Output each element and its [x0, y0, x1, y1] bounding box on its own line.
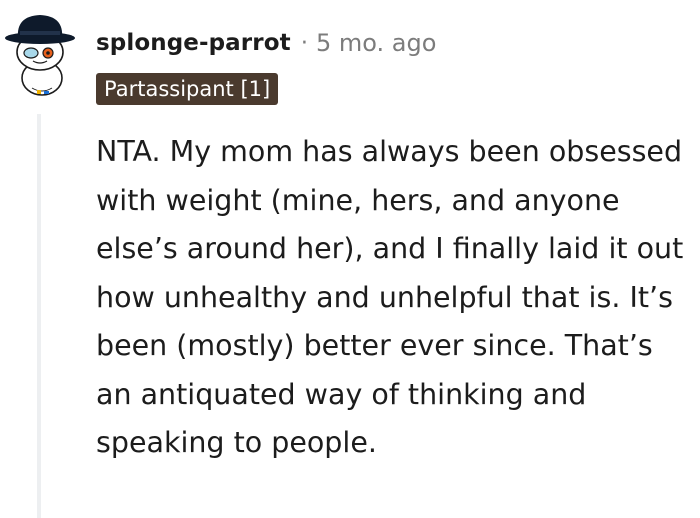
comment: splonge-parrot · 5 mo. ago Partassipant … — [0, 0, 700, 518]
comment-thread-line[interactable] — [37, 114, 41, 518]
snoo-avatar-icon — [5, 15, 75, 96]
username-link[interactable]: splonge-parrot — [96, 30, 291, 56]
user-avatar[interactable] — [4, 8, 80, 98]
comment-timestamp[interactable]: 5 mo. ago — [316, 29, 436, 57]
comment-header: splonge-parrot · 5 mo. ago — [96, 26, 436, 60]
user-flair-badge: Partassipant [1] — [96, 73, 279, 105]
separator-dot: · — [300, 30, 308, 56]
comment-body: NTA. My mom has always been obsessed wit… — [96, 135, 684, 459]
